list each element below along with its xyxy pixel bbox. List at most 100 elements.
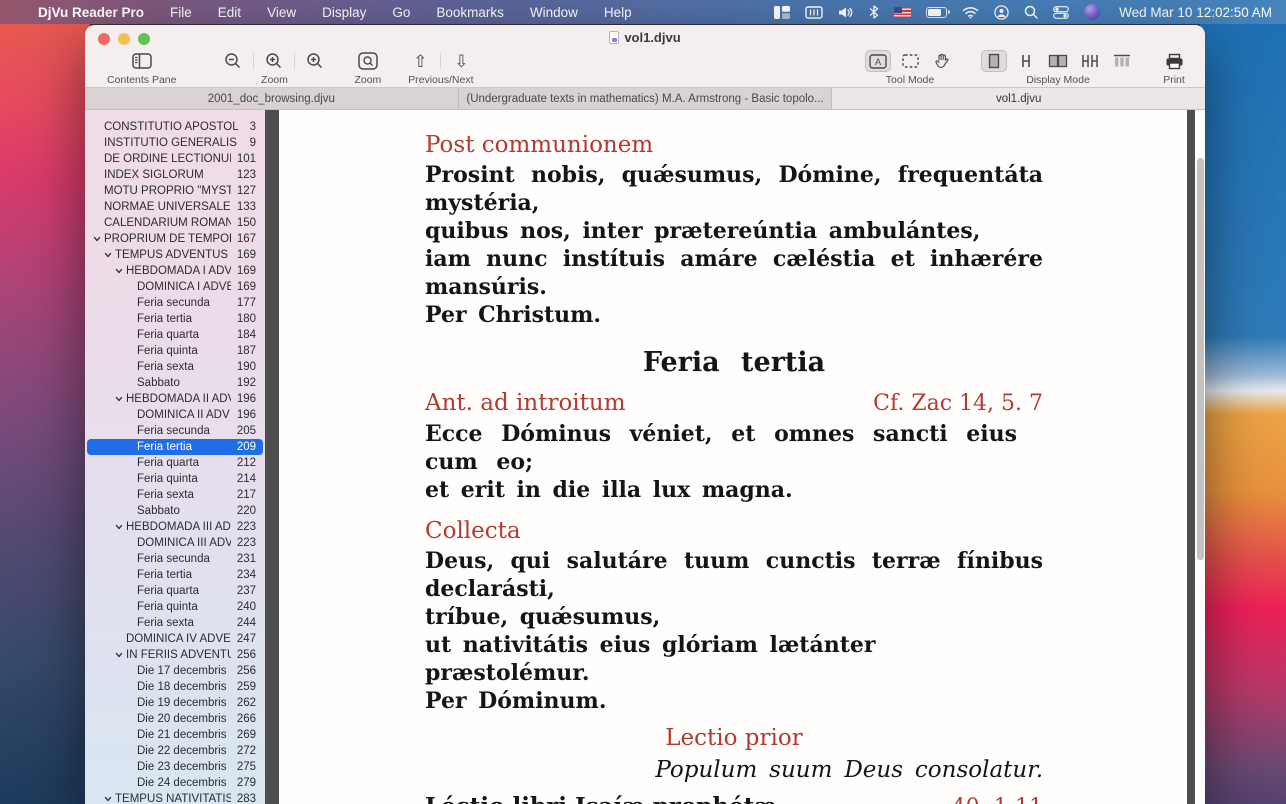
sidebar-item-de-ordine-lectionum[interactable]: DE ORDINE LECTIONUM101 bbox=[87, 151, 263, 167]
sidebar-item-label: Feria sexta bbox=[87, 489, 231, 501]
sidebar-item-die-18-decembris[interactable]: Die 18 decembris259 bbox=[87, 679, 263, 695]
window-content: CONSTITUTIO APOSTOL3INSTITUTIO GENERALIS… bbox=[85, 110, 1205, 804]
sidebar-item-feria-tertia[interactable]: Feria tertia234 bbox=[87, 567, 263, 583]
sidebar-item-feria-secunda[interactable]: Feria secunda231 bbox=[87, 551, 263, 567]
sidebar-item-label: Feria quarta bbox=[87, 585, 231, 597]
sidebar-item-calendarium-romanu[interactable]: CALENDARIUM ROMANU150 bbox=[87, 215, 263, 231]
facing-continuous-button[interactable] bbox=[1077, 50, 1103, 72]
menu-display[interactable]: Display bbox=[322, 5, 366, 20]
sidebar-item-feria-tertia[interactable]: Feria tertia180 bbox=[87, 311, 263, 327]
sidebar-item-hebdomada-iii-adv[interactable]: HEBDOMADA III ADV223 bbox=[87, 519, 263, 535]
sidebar-item-dominica-ii-adv[interactable]: DOMINICA II ADV196 bbox=[87, 407, 263, 423]
control-center-icon[interactable] bbox=[1053, 3, 1069, 21]
continuous-page-button[interactable] bbox=[1013, 50, 1039, 72]
sidebar-item-die-24-decembris[interactable]: Die 24 decembris279 bbox=[87, 775, 263, 791]
zoom-out-button[interactable] bbox=[220, 50, 246, 72]
sidebar-item-die-23-decembris[interactable]: Die 23 decembris275 bbox=[87, 759, 263, 775]
contents-pane-button[interactable] bbox=[129, 50, 155, 72]
sidebar-item-hebdomada-ii-adv[interactable]: HEBDOMADA II ADV196 bbox=[87, 391, 263, 407]
single-page-button[interactable] bbox=[981, 50, 1007, 72]
zoom-group: Zoom bbox=[220, 49, 328, 86]
chevron-down-icon[interactable] bbox=[115, 523, 124, 532]
sidebar-item-die-17-decembris[interactable]: Die 17 decembris256 bbox=[87, 663, 263, 679]
sidebar-item-die-19-decembris[interactable]: Die 19 decembris262 bbox=[87, 695, 263, 711]
sidebar-item-feria-secunda[interactable]: Feria secunda177 bbox=[87, 295, 263, 311]
chevron-down-icon[interactable] bbox=[115, 267, 124, 276]
sidebar-item-proprium-de-tempore[interactable]: PROPRIUM DE TEMPORE167 bbox=[87, 231, 263, 247]
menu-bar: DjVu Reader Pro File Edit View Display Go Boo… bbox=[0, 0, 1286, 24]
marquee-zoom-button[interactable] bbox=[355, 50, 381, 72]
sidebar-item-feria-secunda[interactable]: Feria secunda205 bbox=[87, 423, 263, 439]
chevron-down-icon[interactable] bbox=[104, 795, 113, 804]
sidebar-item-constitutio-apostol[interactable]: CONSTITUTIO APOSTOL3 bbox=[87, 119, 263, 135]
sidebar-item-tempus-nativitatis[interactable]: TEMPUS NATIVITATIS283 bbox=[87, 791, 263, 804]
sidebar-item-feria-tertia[interactable]: Feria tertia209 bbox=[87, 439, 263, 455]
wifi-icon[interactable] bbox=[962, 3, 979, 21]
battery-icon[interactable] bbox=[926, 3, 947, 21]
zoom-in-button[interactable] bbox=[261, 50, 287, 72]
facing-pages-button[interactable] bbox=[1045, 50, 1071, 72]
sidebar-item-feria-quarta[interactable]: Feria quarta237 bbox=[87, 583, 263, 599]
sidebar-item-in-feriis-adventu[interactable]: IN FERIIS ADVENTU256 bbox=[87, 647, 263, 663]
chevron-down-icon[interactable] bbox=[115, 651, 124, 660]
tiles-icon[interactable] bbox=[774, 3, 790, 21]
sidebar-item-feria-quinta[interactable]: Feria quinta214 bbox=[87, 471, 263, 487]
sidebar-item-dominica-iv-adven[interactable]: DOMINICA IV ADVEN247 bbox=[87, 631, 263, 647]
tab-vol1-djvu[interactable]: vol1.djvu bbox=[832, 88, 1205, 109]
sidebar-item-die-21-decembris[interactable]: Die 21 decembris269 bbox=[87, 727, 263, 743]
tab-undergraduate-texts-in-mathematics-m-a-a[interactable]: (Undergraduate texts in mathematics) M.A… bbox=[459, 88, 833, 109]
sidebar-item-hebdomada-i-advi[interactable]: HEBDOMADA I ADVI169 bbox=[87, 263, 263, 279]
sidebar-item-feria-quarta[interactable]: Feria quarta212 bbox=[87, 455, 263, 471]
sidebar-item-motu-proprio-myste[interactable]: MOTU PROPRIO "MYSTE127 bbox=[87, 183, 263, 199]
sidebar-item-die-20-decembris[interactable]: Die 20 decembris266 bbox=[87, 711, 263, 727]
marquee-select-tool-button[interactable] bbox=[897, 50, 923, 72]
sidebar-item-tempus-adventus[interactable]: TEMPUS ADVENTUS169 bbox=[87, 247, 263, 263]
menu-window[interactable]: Window bbox=[530, 5, 578, 20]
previous-page-button[interactable]: ⇧ bbox=[407, 50, 433, 72]
sidebar-item-sabbato[interactable]: Sabbato192 bbox=[87, 375, 263, 391]
keyboard-icon[interactable] bbox=[805, 3, 823, 21]
sidebar-item-label: MOTU PROPRIO "MYSTE bbox=[87, 185, 231, 197]
sidebar-item-sabbato[interactable]: Sabbato220 bbox=[87, 503, 263, 519]
menu-file[interactable]: File bbox=[170, 5, 192, 20]
bluetooth-icon[interactable] bbox=[869, 3, 879, 21]
chevron-down-icon[interactable] bbox=[115, 395, 124, 404]
print-button[interactable] bbox=[1161, 50, 1187, 72]
us-flag-icon[interactable] bbox=[894, 3, 911, 21]
account-icon[interactable] bbox=[994, 3, 1009, 21]
app-menu-name[interactable]: DjVu Reader Pro bbox=[38, 5, 144, 20]
purple-app-icon[interactable] bbox=[1084, 3, 1100, 21]
menu-edit[interactable]: Edit bbox=[218, 5, 241, 20]
sidebar-item-feria-sexta[interactable]: Feria sexta217 bbox=[87, 487, 263, 503]
sidebar-item-dominica-iii-adv[interactable]: DOMINICA III ADV223 bbox=[87, 535, 263, 551]
sidebar-item-index-siglorum[interactable]: INDEX SIGLORUM123 bbox=[87, 167, 263, 183]
volume-icon[interactable] bbox=[838, 3, 854, 21]
sidebar-item-die-22-decembris[interactable]: Die 22 decembris272 bbox=[87, 743, 263, 759]
menu-bookmarks[interactable]: Bookmarks bbox=[436, 5, 504, 20]
menu-help[interactable]: Help bbox=[604, 5, 632, 20]
zoom-fit-icon bbox=[306, 52, 324, 70]
search-icon[interactable] bbox=[1024, 3, 1038, 21]
next-page-button[interactable]: ⇩ bbox=[448, 50, 474, 72]
scrollbar-thumb[interactable] bbox=[1197, 158, 1204, 560]
text-select-tool-button[interactable]: A bbox=[865, 50, 891, 72]
sidebar-item-feria-sexta[interactable]: Feria sexta244 bbox=[87, 615, 263, 631]
hand-tool-button[interactable] bbox=[929, 50, 955, 72]
chevron-down-icon[interactable] bbox=[93, 235, 102, 244]
zoom-fit-button[interactable] bbox=[302, 50, 328, 72]
menu-bar-clock[interactable]: Wed Mar 10 12:02:50 AM bbox=[1119, 5, 1272, 20]
chevron-down-icon[interactable] bbox=[104, 251, 113, 260]
sidebar-item-institutio-generalis[interactable]: INSTITUTIO GENERALIS9 bbox=[87, 135, 263, 151]
sidebar-item-feria-quarta[interactable]: Feria quarta184 bbox=[87, 327, 263, 343]
sidebar-item-normae-universales[interactable]: NORMAE UNIVERSALES133 bbox=[87, 199, 263, 215]
menu-go[interactable]: Go bbox=[392, 5, 410, 20]
sidebar-item-dominica-i-adve[interactable]: DOMINICA I ADVE169 bbox=[87, 279, 263, 295]
sidebar-item-feria-quinta[interactable]: Feria quinta240 bbox=[87, 599, 263, 615]
sidebar-item-label: PROPRIUM DE TEMPORE bbox=[87, 233, 231, 245]
side-by-side-continuous-button[interactable] bbox=[1109, 50, 1135, 72]
tab-2001-doc-browsing-djvu[interactable]: 2001_doc_browsing.djvu bbox=[85, 88, 459, 109]
scrollbar-track[interactable] bbox=[1195, 110, 1205, 804]
sidebar-item-feria-sexta[interactable]: Feria sexta190 bbox=[87, 359, 263, 375]
sidebar-item-feria-quinta[interactable]: Feria quinta187 bbox=[87, 343, 263, 359]
menu-view[interactable]: View bbox=[267, 5, 296, 20]
